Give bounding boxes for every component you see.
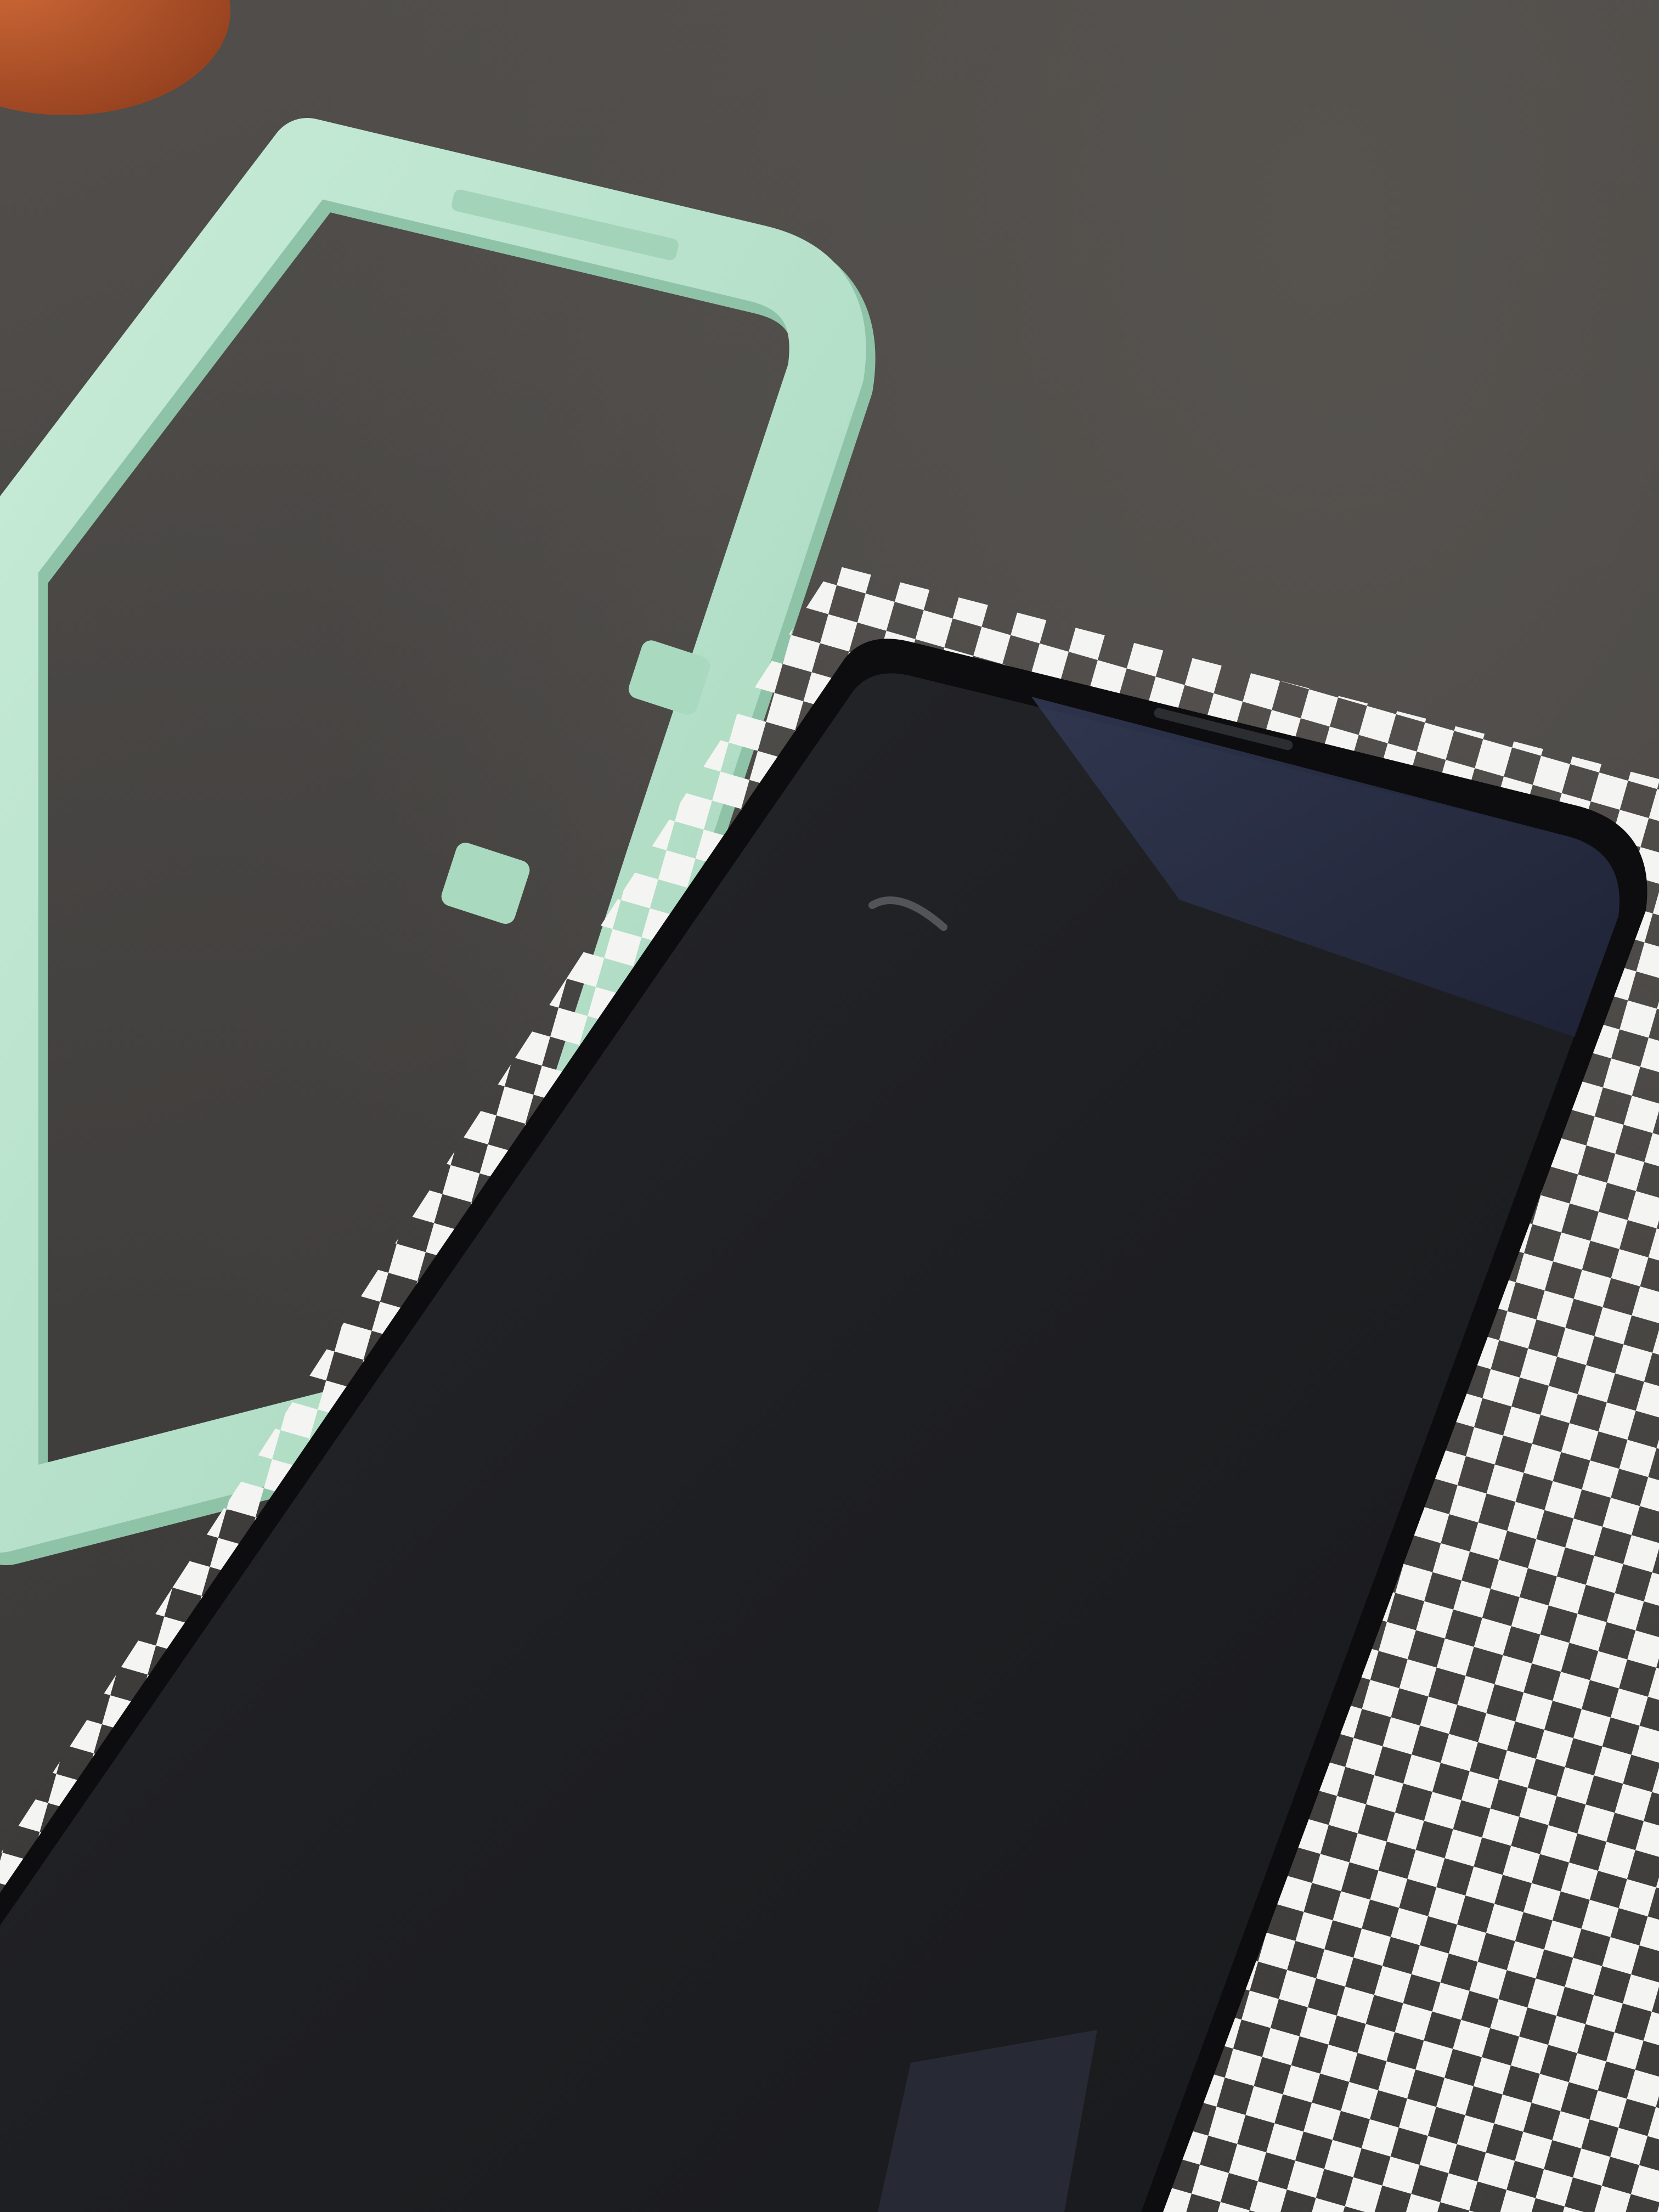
scene-illustration [0, 0, 1659, 2212]
photo-scene [0, 0, 1659, 2212]
orange-object [0, 0, 230, 115]
